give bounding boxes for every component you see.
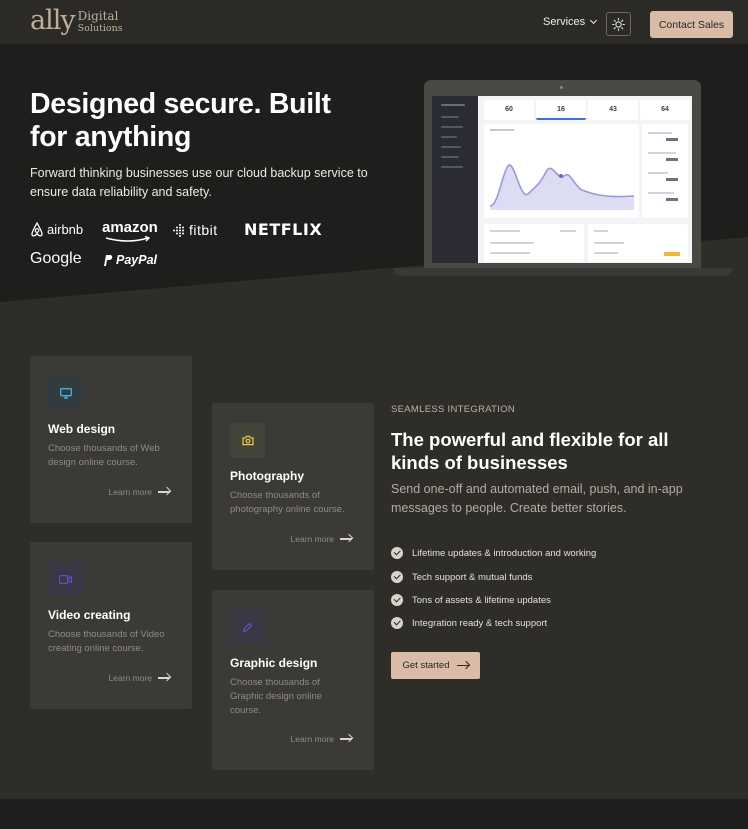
site-header: ally Digital Solutions Services Contact … — [0, 0, 748, 44]
feature-label: Tech support & mutual funds — [412, 571, 533, 583]
amazon-smile-icon — [105, 236, 151, 242]
feature-item: Tons of assets & lifetime updates — [391, 594, 551, 606]
get-started-button[interactable]: Get started — [391, 652, 480, 679]
brand-airbnb: airbnb — [30, 222, 83, 237]
dashboard-table-card — [484, 224, 584, 262]
learn-more-label: Learn more — [108, 487, 152, 497]
brand-fitbit-label: fitbit — [189, 222, 218, 238]
learn-more-label: Learn more — [108, 673, 152, 683]
card-title: Web design — [48, 422, 116, 436]
pen-icon — [230, 610, 265, 645]
arrow-right-icon — [158, 491, 170, 493]
feature-item: Tech support & mutual funds — [391, 571, 532, 583]
section-title: The powerful and flexible for all kinds … — [391, 429, 669, 473]
kpi-card: 64 — [640, 100, 690, 120]
arrow-right-icon — [456, 664, 469, 667]
laptop-base — [394, 268, 732, 276]
check-icon — [391, 617, 403, 629]
dashboard-screenshot: 60 16 43 64 — [432, 96, 692, 263]
dashboard-stats-lines — [648, 132, 678, 201]
card-description: Choose thousands of Web design online co… — [48, 443, 160, 468]
chevron-down-icon — [590, 16, 598, 25]
learn-more-label: Learn more — [290, 734, 334, 744]
learn-more-link[interactable]: Learn more — [291, 734, 352, 744]
nav-services-dropdown[interactable]: Services — [543, 16, 598, 28]
logo-text: Digital Solutions — [77, 9, 123, 35]
service-card-photography[interactable]: Photography Choose thousands of photogra… — [212, 403, 374, 570]
learn-more-link[interactable]: Learn more — [109, 487, 170, 497]
card-title: Graphic design — [230, 656, 318, 670]
card-title: Photography — [230, 469, 304, 483]
card-title: Video creating — [48, 608, 131, 622]
paypal-icon — [104, 254, 113, 266]
hero-title: Designed secure. Built for anything — [30, 88, 331, 153]
kpi-card: 16 — [536, 100, 586, 120]
card-description: Choose thousands of photography online c… — [230, 490, 345, 515]
theme-toggle-button[interactable] — [606, 12, 631, 36]
dashboard-table-lines — [490, 230, 576, 254]
dashboard-line-chart — [489, 129, 635, 210]
section-eyebrow: SEAMLESS INTEGRATION — [391, 404, 516, 415]
check-icon — [391, 547, 403, 559]
sun-icon — [612, 17, 625, 31]
dashboard-stats-card — [642, 124, 688, 218]
feature-label: Integration ready & tech support — [412, 617, 548, 629]
card-description: Choose thousands of Video creating onlin… — [48, 629, 165, 654]
get-started-label: Get started — [402, 660, 450, 671]
kpi-card: 60 — [484, 100, 534, 120]
check-icon — [391, 571, 403, 583]
learn-more-label: Learn more — [290, 534, 334, 544]
logo[interactable]: ally Digital Solutions — [30, 5, 123, 36]
service-card-web-design[interactable]: Web design Choose thousands of Web desig… — [30, 356, 192, 523]
dashboard-chart-card — [484, 124, 639, 218]
laptop-camera — [560, 86, 563, 89]
camera-icon — [230, 423, 265, 458]
video-icon — [48, 562, 83, 597]
feature-item: Lifetime updates & introduction and work… — [391, 547, 596, 559]
dashboard-progress-lines — [594, 230, 680, 256]
dashboard-progress-card — [588, 224, 688, 262]
service-card-video-creating[interactable]: Video creating Choose thousands of Video… — [30, 542, 192, 709]
check-icon — [391, 594, 403, 606]
brand-airbnb-label: airbnb — [47, 222, 84, 237]
dashboard-sidebar — [432, 96, 478, 263]
airbnb-icon — [31, 222, 43, 237]
brand-paypal: PayPal — [102, 253, 157, 267]
arrow-right-icon — [340, 538, 352, 540]
arrow-right-icon — [340, 738, 352, 740]
card-description: Choose thousands of Graphic design onlin… — [230, 677, 322, 716]
feature-item: Integration ready & tech support — [391, 617, 547, 629]
fitbit-icon — [173, 223, 184, 237]
monitor-icon — [48, 376, 83, 411]
brand-amazon-label: amazon — [102, 219, 158, 236]
logo-line-1: Digital — [77, 9, 119, 23]
brand-amazon: amazon — [102, 219, 158, 236]
brand-paypal-label: PayPal — [116, 253, 158, 267]
nav-services-label: Services — [543, 16, 586, 28]
footer-band — [0, 799, 748, 829]
kpi-card: 43 — [588, 100, 638, 120]
section-subtitle: Send one-off and automated email, push, … — [391, 482, 683, 515]
logo-mark: ally — [30, 5, 76, 36]
contact-sales-button[interactable]: Contact Sales — [650, 11, 733, 38]
feature-label: Tons of assets & lifetime updates — [412, 594, 551, 606]
brand-netflix: NETFLIX — [244, 220, 323, 239]
brand-google: Google — [30, 250, 82, 267]
learn-more-link[interactable]: Learn more — [291, 534, 352, 544]
feature-label: Lifetime updates & introduction and work… — [412, 547, 597, 559]
logo-line-2: Solutions — [77, 23, 123, 34]
arrow-right-icon — [158, 677, 170, 679]
brand-fitbit: fitbit — [172, 222, 218, 238]
learn-more-link[interactable]: Learn more — [109, 673, 170, 683]
hero-subtitle: Forward thinking businesses use our clou… — [30, 166, 368, 199]
service-card-graphic-design[interactable]: Graphic design Choose thousands of Graph… — [212, 590, 374, 770]
